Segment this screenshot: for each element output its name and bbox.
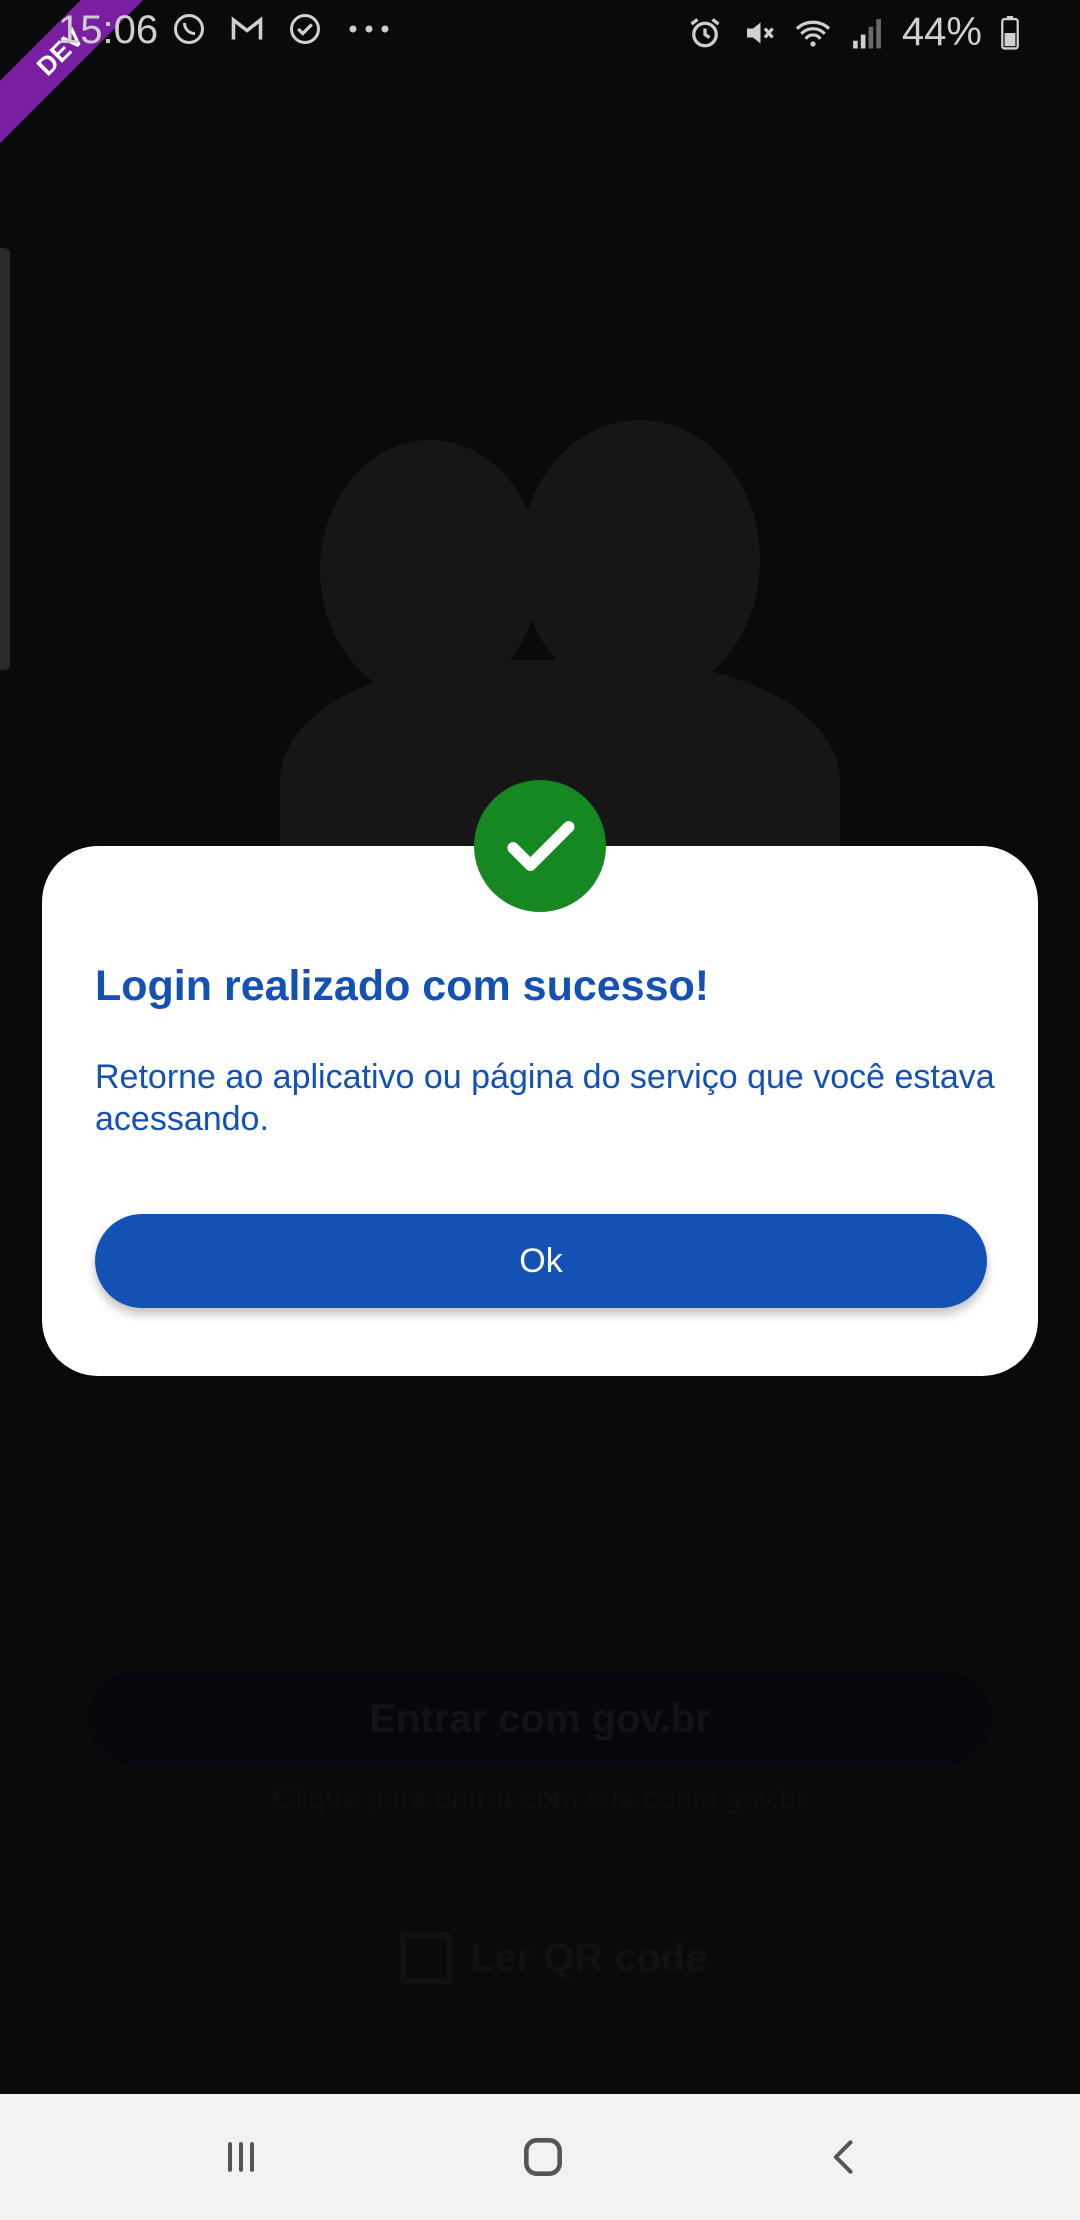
alarm-icon — [686, 14, 724, 52]
system-icons: 44% — [686, 10, 1022, 55]
home-icon[interactable] — [508, 2122, 578, 2192]
check-circle-icon — [286, 10, 324, 48]
more-icon — [344, 10, 394, 48]
gmail-icon — [228, 10, 266, 48]
battery-icon — [998, 14, 1022, 52]
qr-code-icon — [400, 1932, 452, 1984]
battery-percent: 44% — [901, 10, 982, 54]
dialog-message: Retorne ao aplicativo ou página do servi… — [95, 1058, 995, 1138]
navigation-bar — [0, 2094, 1080, 2220]
wifi-icon — [794, 14, 832, 52]
dialog-title: Login realizado com sucesso! — [95, 962, 710, 1010]
success-check-icon — [474, 780, 606, 912]
ok-button[interactable]: Ok — [95, 1214, 987, 1308]
whatsapp-icon — [170, 10, 208, 48]
login-hint-text: Clique para entrar com sua conta gov.br — [273, 1782, 807, 1815]
success-dialog: Login realizado com sucesso! Retorne ao … — [42, 846, 1038, 1376]
gov-login-button: Entrar com gov.br — [88, 1672, 992, 1766]
qr-code-label: Ler QR code — [470, 1935, 708, 1980]
qr-code-link: Ler QR code — [400, 1928, 708, 1988]
notification-icons — [170, 10, 394, 48]
scroll-indicator — [0, 248, 10, 670]
status-time: 15:06 — [58, 8, 159, 52]
recents-icon[interactable] — [206, 2122, 276, 2192]
mute-icon — [740, 14, 778, 52]
back-icon[interactable] — [810, 2122, 880, 2192]
status-bar: 15:06 44% — [0, 0, 1080, 64]
signal-icon — [848, 14, 886, 52]
